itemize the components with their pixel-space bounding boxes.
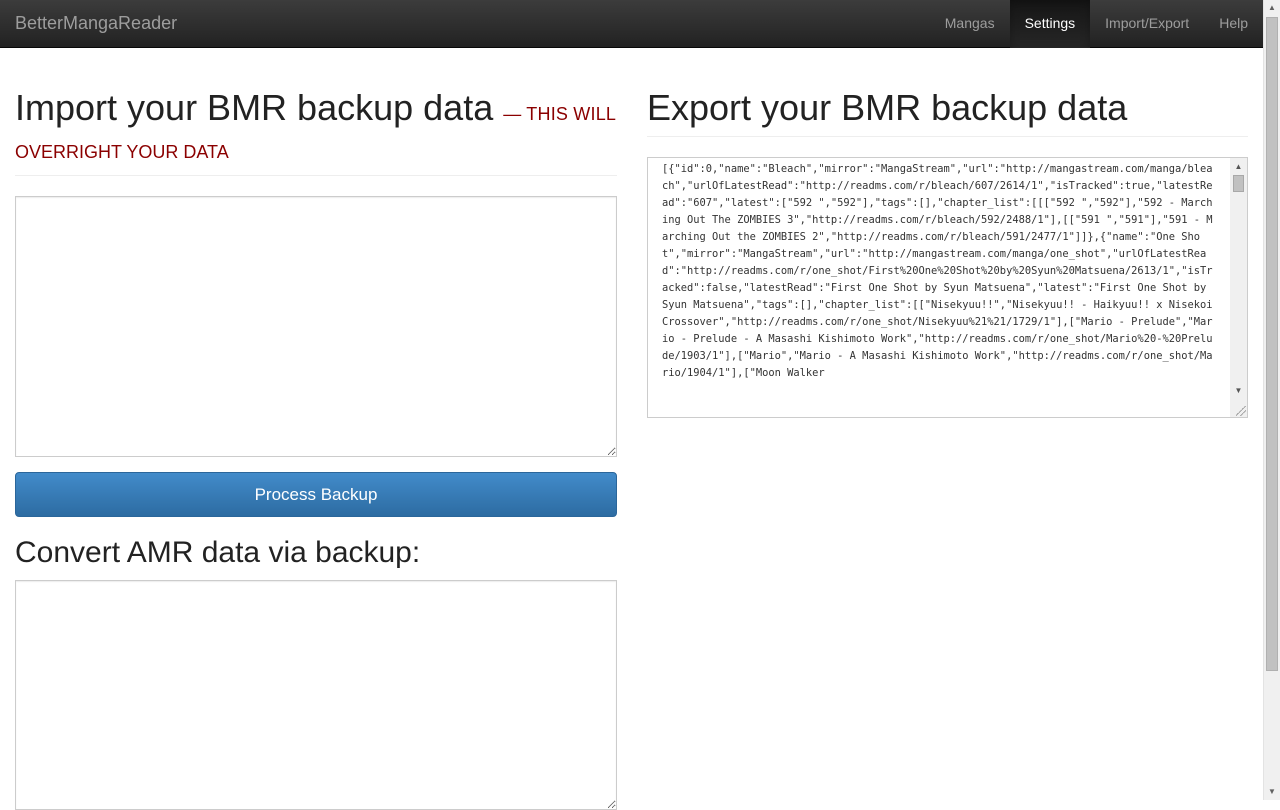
import-heading: Import your BMR backup data — THIS WILL [15,86,617,136]
brand-logo[interactable]: BetterMangaReader [15,0,177,48]
import-title: Import your BMR backup data [15,87,494,128]
resize-grip-icon[interactable] [1236,406,1246,416]
overwrite-warning-continued: OVERRIGHT YOUR DATA [15,142,229,162]
export-heading-divider [647,136,1248,137]
nav-item-help[interactable]: Help [1204,0,1263,48]
navbar: BetterMangaReader Mangas Settings Import… [0,0,1263,48]
nav-item-settings[interactable]: Settings [1009,0,1091,48]
window-scroll-up-icon[interactable]: ▲ [1264,0,1280,16]
overwrite-warning: — THIS WILL [503,104,617,124]
convert-amr-heading: Convert AMR data via backup: [15,536,421,569]
export-heading: Export your BMR backup data [647,87,1128,128]
process-backup-button[interactable]: Process Backup [15,472,617,517]
nav-item-import-export[interactable]: Import/Export [1090,0,1204,48]
import-backup-textarea[interactable] [15,196,617,457]
window-scrollbar[interactable]: ▲ ▼ [1263,0,1280,800]
export-scrollbar-thumb[interactable] [1233,175,1244,192]
import-heading-divider [15,175,617,176]
export-backup-textarea[interactable]: [{"id":0,"name":"Bleach","mirror":"Manga… [647,157,1248,418]
scroll-up-arrow-icon[interactable]: ▲ [1230,160,1247,174]
window-scroll-down-icon[interactable]: ▼ [1264,784,1280,800]
nav-item-mangas[interactable]: Mangas [930,0,1010,48]
scroll-down-arrow-icon[interactable]: ▼ [1230,384,1247,398]
export-textarea-scrollbar[interactable]: ▲ ▼ [1230,158,1247,417]
export-backup-data: [{"id":0,"name":"Bleach","mirror":"Manga… [662,163,1219,379]
convert-amr-textarea[interactable] [15,580,617,810]
nav-menu: Mangas Settings Import/Export Help [930,0,1263,48]
window-scrollbar-thumb[interactable] [1266,17,1278,671]
